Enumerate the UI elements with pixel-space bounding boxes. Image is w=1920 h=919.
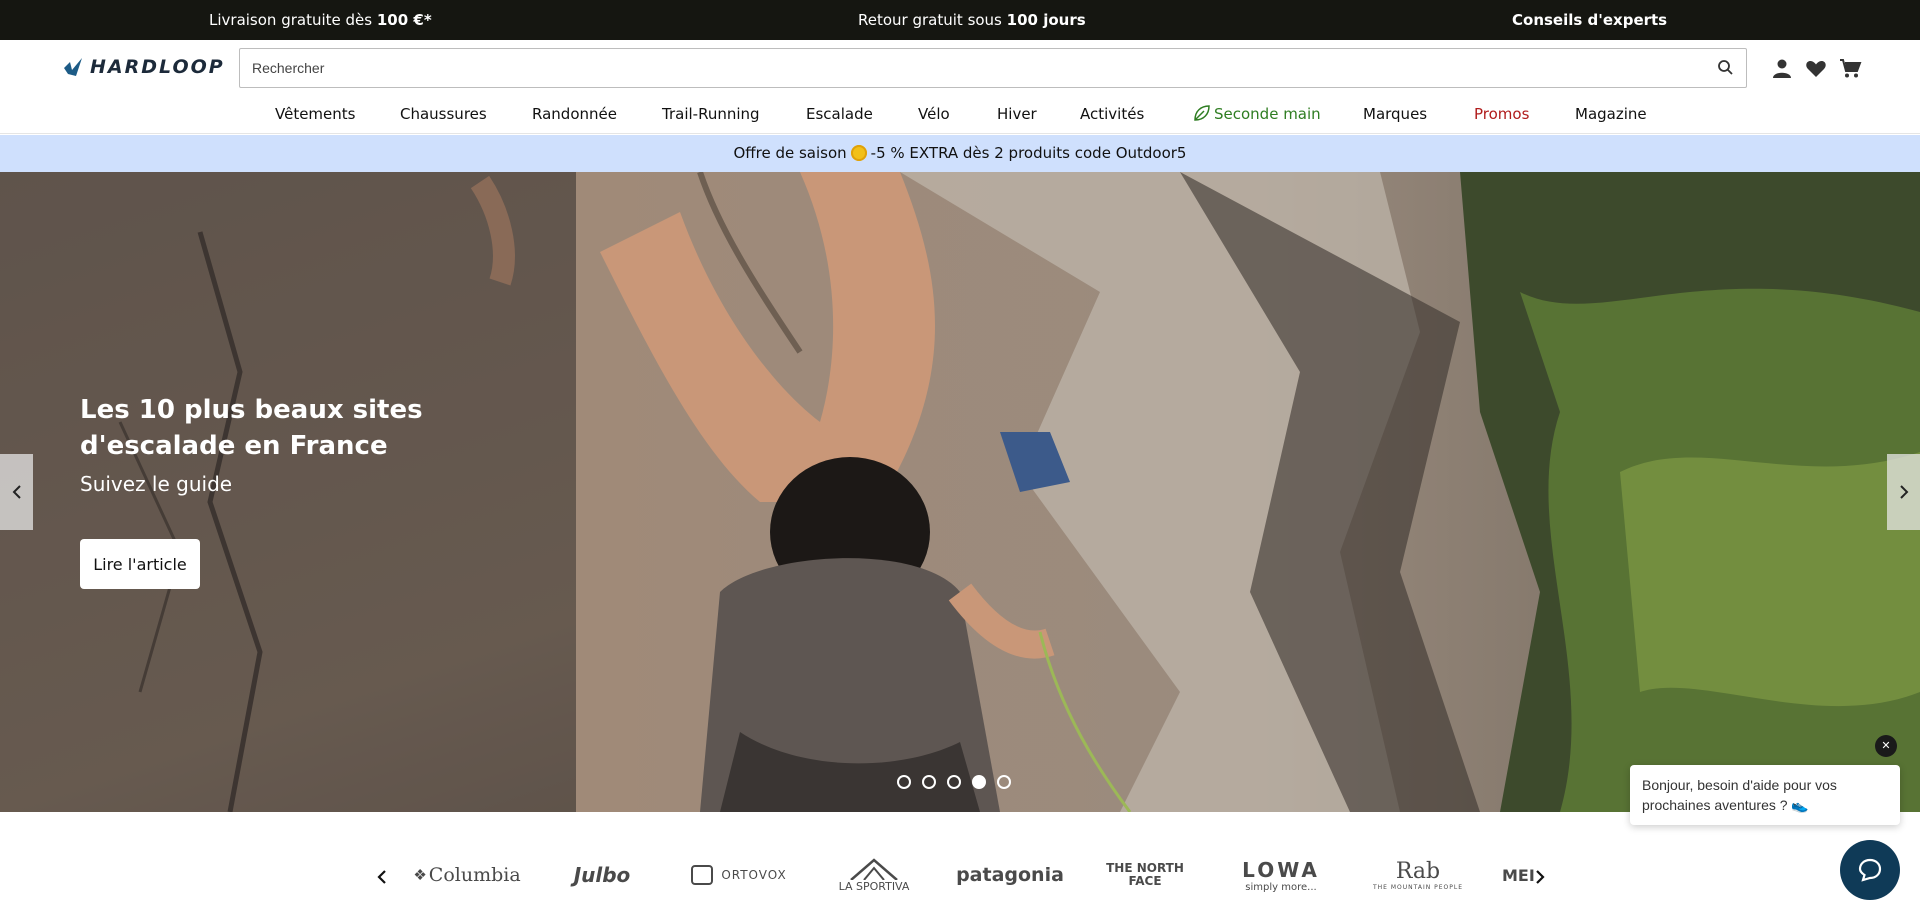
hero-carousel: Les 10 plus beaux sites d'escalade en Fr… — [0, 172, 1920, 812]
nav-item-marques[interactable]: Marques — [1363, 96, 1427, 132]
brand-the-north-face[interactable]: THE NORTH FACE — [1100, 850, 1190, 900]
brand-columbia[interactable]: ❖ Columbia — [412, 850, 522, 900]
nav-item-magazine[interactable]: Magazine — [1575, 96, 1647, 132]
main-navigation: Vêtements Chaussures Randonnée Trail-Run… — [0, 96, 1920, 132]
search-icon[interactable] — [1716, 58, 1736, 78]
chat-bubble-icon — [1858, 858, 1882, 882]
carousel-dot-3[interactable] — [947, 775, 961, 789]
read-article-button[interactable]: Lire l'article — [80, 539, 200, 589]
brand-julbo[interactable]: Julbo — [560, 850, 644, 900]
nav-item-seconde-main[interactable]: Seconde main — [1192, 96, 1321, 132]
ortovox-logo-icon — [691, 865, 714, 885]
search-bar — [239, 48, 1747, 88]
promo-banner[interactable]: Offre de saison -5 % EXTRA dès 2 produits… — [0, 135, 1920, 172]
carousel-prev-button[interactable] — [0, 454, 33, 530]
nav-item-chaussures[interactable]: Chaussures — [400, 96, 487, 132]
brands-prev-button[interactable] — [372, 867, 392, 887]
carousel-dot-1[interactable] — [897, 775, 911, 789]
leaf-icon — [1194, 105, 1210, 121]
experts-link[interactable]: Conseils d'experts — [1512, 0, 1667, 40]
wishlist-heart-icon[interactable] — [1804, 56, 1828, 80]
nav-item-randonnee[interactable]: Randonnée — [532, 96, 617, 132]
chat-welcome-message[interactable]: Bonjour, besoin d'aide pour vos prochain… — [1630, 765, 1900, 825]
brand-carousel: ❖ Columbia Julbo ORTOVOX LA SPORTIVA pata… — [0, 812, 1920, 919]
nav-item-activites[interactable]: Activités — [1080, 96, 1144, 132]
nav-item-trail-running[interactable]: Trail-Running — [662, 96, 760, 132]
brand-rab[interactable]: Rab THE MOUNTAIN PEOPLE — [1368, 850, 1468, 900]
cart-icon[interactable] — [1838, 56, 1862, 80]
nav-item-promos[interactable]: Promos — [1474, 96, 1529, 132]
chevron-left-icon — [12, 485, 21, 499]
carousel-dot-2[interactable] — [922, 775, 936, 789]
chat-close-button[interactable]: ✕ — [1875, 735, 1897, 757]
search-input[interactable] — [252, 57, 1672, 79]
nav-item-vetements[interactable]: Vêtements — [275, 96, 355, 132]
columbia-diamond-icon: ❖ — [413, 866, 427, 884]
brand-patagonia[interactable]: patagonia — [956, 850, 1064, 900]
hardloop-logo-icon — [64, 58, 82, 76]
free-shipping-notice: Livraison gratuite dès 100 €* — [209, 11, 432, 29]
hero-subtitle: Suivez le guide — [80, 472, 233, 496]
chat-launcher-button[interactable] — [1840, 840, 1900, 900]
brands-next-button[interactable] — [1530, 867, 1550, 887]
la-sportiva-mountain-icon — [850, 857, 898, 880]
carousel-dot-4[interactable] — [972, 775, 986, 789]
nav-item-escalade[interactable]: Escalade — [806, 96, 873, 132]
top-info-bar: Livraison gratuite dès 100 €* Retour gra… — [0, 0, 1920, 40]
chevron-right-icon — [1899, 485, 1908, 499]
site-header: HARDLOOP Vêtements Chaussures Randonnée … — [0, 40, 1920, 134]
brand-ortovox[interactable]: ORTOVOX — [686, 850, 792, 900]
brand-la-sportiva[interactable]: LA SPORTIVA — [828, 850, 920, 900]
chevron-left-icon — [377, 870, 386, 884]
hardloop-logo[interactable]: HARDLOOP — [62, 52, 225, 82]
carousel-dot-5[interactable] — [997, 775, 1011, 789]
nav-item-velo[interactable]: Vélo — [918, 96, 950, 132]
account-icon[interactable] — [1770, 56, 1794, 80]
chevron-right-icon — [1536, 870, 1545, 884]
carousel-dots — [897, 775, 1011, 789]
carousel-next-button[interactable] — [1887, 454, 1920, 530]
brand-lowa[interactable]: LOWA simply more... — [1230, 850, 1332, 900]
nav-item-hiver[interactable]: Hiver — [997, 96, 1037, 132]
hero-title: Les 10 plus beaux sites d'escalade en Fr… — [80, 395, 423, 461]
free-return-notice: Retour gratuit sous 100 jours — [858, 11, 1086, 29]
sun-icon — [850, 145, 867, 161]
